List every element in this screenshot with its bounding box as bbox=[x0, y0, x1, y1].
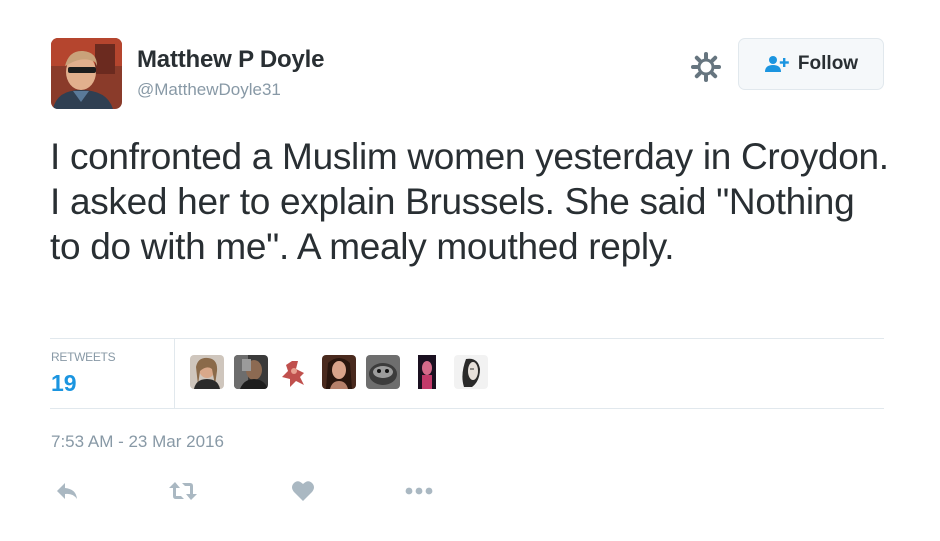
retweeter-avatars bbox=[190, 355, 488, 389]
retweets-label[interactable]: RETWEETS bbox=[51, 350, 116, 364]
retweeter-avatar[interactable] bbox=[410, 355, 444, 389]
follow-button-label: Follow bbox=[797, 53, 859, 74]
add-user-icon bbox=[764, 56, 789, 72]
like-icon[interactable] bbox=[286, 478, 320, 504]
reply-icon[interactable] bbox=[50, 478, 84, 504]
retweeter-avatar[interactable] bbox=[454, 355, 488, 389]
tweet-timestamp[interactable]: 7:53 AM - 23 Mar 2016 bbox=[51, 432, 224, 452]
stats-top-divider bbox=[50, 338, 884, 339]
retweeter-avatar[interactable] bbox=[234, 355, 268, 389]
tweet-action-bar bbox=[50, 478, 436, 504]
retweeter-avatar[interactable] bbox=[322, 355, 356, 389]
profile-avatar[interactable] bbox=[51, 38, 122, 109]
user-display-name[interactable]: Matthew P Doyle bbox=[137, 46, 324, 74]
stats-bottom-divider bbox=[50, 408, 884, 409]
tweet-text: I confronted a Muslim women yesterday in… bbox=[50, 136, 889, 267]
retweet-icon[interactable] bbox=[166, 478, 200, 504]
retweeter-avatar[interactable] bbox=[366, 355, 400, 389]
retweeter-avatar[interactable] bbox=[278, 355, 312, 389]
user-handle[interactable]: @MatthewDoyle31 bbox=[137, 80, 281, 100]
retweets-count[interactable]: 19 bbox=[51, 370, 77, 397]
stats-separator bbox=[174, 338, 175, 408]
follow-button[interactable]: Follow bbox=[738, 38, 884, 90]
more-icon[interactable] bbox=[402, 478, 436, 504]
retweeter-avatar[interactable] bbox=[190, 355, 224, 389]
gear-icon[interactable] bbox=[689, 50, 723, 84]
